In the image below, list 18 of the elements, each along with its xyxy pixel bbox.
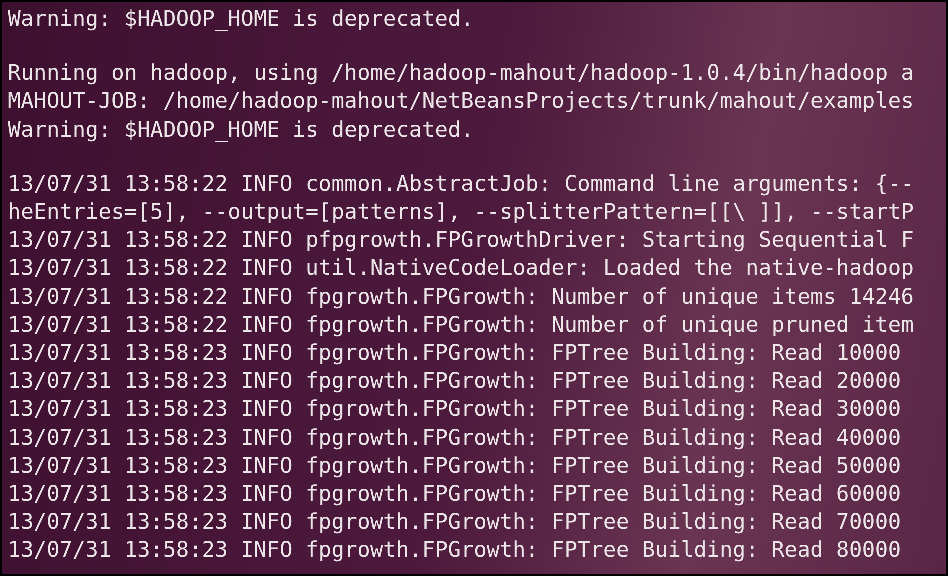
terminal-line: 13/07/31 13:58:22 INFO pfpgrowth.FPGrowthDriver: Starting Sequential F bbox=[8, 227, 914, 256]
terminal-line: 13/07/31 13:58:22 INFO util.NativeCodeLoader: Loaded the native-hadoop bbox=[8, 255, 914, 284]
terminal-line: MAHOUT-JOB: /home/hadoop-mahout/NetBeansProjects/trunk/mahout/examples bbox=[8, 88, 914, 116]
terminal-line: 13/07/31 13:58:22 INFO fpgrowth.FPGrowth: Number of unique items 14246 bbox=[8, 284, 914, 312]
terminal-line: Warning: $HADOOP_HOME is deprecated. bbox=[8, 116, 474, 145]
terminal-line: 13/07/31 13:58:23 INFO fpgrowth.FPGrowth: FPTree Building: Read 70000 bbox=[8, 509, 902, 538]
terminal-line: Warning: $HADOOP_HOME is deprecated. bbox=[8, 6, 474, 34]
terminal-line: Running on hadoop, using /home/hadoop-mahout/hadoop-1.0.4/bin/hadoop a bbox=[8, 60, 914, 88]
terminal-line: 13/07/31 13:58:23 INFO fpgrowth.FPGrowth: FPTree Building: Read 10000 bbox=[8, 340, 902, 368]
terminal-line: 13/07/31 13:58:23 INFO fpgrowth.FPGrowth: FPTree Building: Read 30000 bbox=[8, 396, 902, 424]
terminal-line: 13/07/31 13:58:23 INFO fpgrowth.FPGrowth: FPTree Building: Read 80000 bbox=[8, 537, 902, 566]
terminal-line: heEntries=[5], --output=[patterns], --splitterPattern=[[\ ]], --startP bbox=[8, 199, 914, 228]
terminal-line: 13/07/31 13:58:23 INFO fpgrowth.FPGrowth: FPTree Building: Read 60000 bbox=[8, 481, 902, 510]
terminal-line: 13/07/31 13:58:22 INFO common.AbstractJob: Command line arguments: {-- bbox=[8, 170, 914, 199]
terminal-line: 13/07/31 13:58:23 INFO fpgrowth.FPGrowth: FPTree Building: Read 20000 bbox=[8, 368, 902, 396]
terminal-line: 13/07/31 13:58:23 INFO fpgrowth.FPGrowth: FPTree Building: Read 40000 bbox=[8, 424, 902, 453]
terminal-line: 13/07/31 13:58:23 INFO fpgrowth.FPGrowth: FPTree Building: Read 50000 bbox=[8, 452, 902, 481]
terminal-line: 13/07/31 13:58:22 INFO fpgrowth.FPGrowth: Number of unique pruned item bbox=[8, 312, 914, 340]
